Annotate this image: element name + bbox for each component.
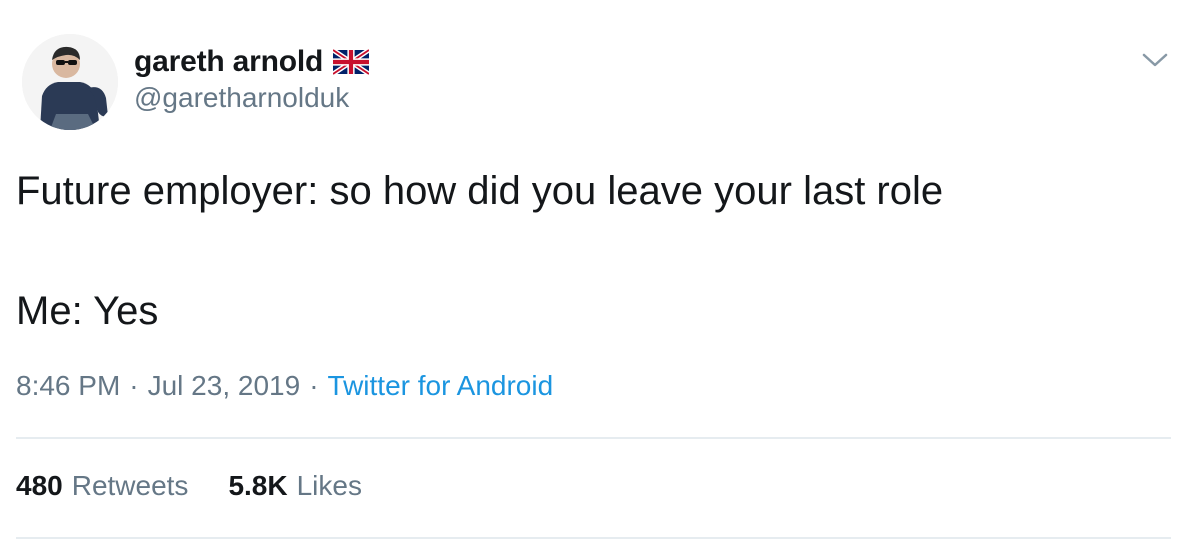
tweet-date[interactable]: Jul 23, 2019 [148,370,301,401]
likes-label: Likes [296,470,362,501]
display-name-row: gareth arnold [134,40,371,84]
user-avatar-photo [22,34,118,130]
display-name[interactable]: gareth arnold [134,45,323,79]
likes-stat[interactable]: 5.8K Likes [228,470,362,502]
tweet-meta: 8:46 PM · Jul 23, 2019 · Twitter for Android [16,370,553,402]
retweets-label: Retweets [71,470,189,501]
user-handle[interactable]: @garetharnolduk [134,82,349,114]
chevron-down-icon[interactable] [1141,50,1169,70]
tweet-time[interactable]: 8:46 PM [16,370,120,401]
retweets-stat[interactable]: 480 Retweets [16,470,188,502]
divider [16,537,1171,539]
likes-count: 5.8K [228,470,288,501]
meta-separator: · [129,370,139,401]
divider [16,437,1171,439]
tweet-line: Future employer: so how did you leave yo… [16,169,944,213]
meta-separator: · [309,370,319,401]
tweet-card: gareth arnold @garetharnolduk Future emp… [0,0,1188,540]
retweets-count: 480 [16,470,63,501]
avatar[interactable] [22,34,118,130]
tweet-stats: 480 Retweets 5.8K Likes [16,470,362,502]
uk-flag-icon [331,48,371,76]
tweet-line: Me: Yes [16,289,159,333]
tweet-source-link[interactable]: Twitter for Android [328,370,554,401]
tweet-text: Future employer: so how did you leave yo… [16,162,1166,340]
